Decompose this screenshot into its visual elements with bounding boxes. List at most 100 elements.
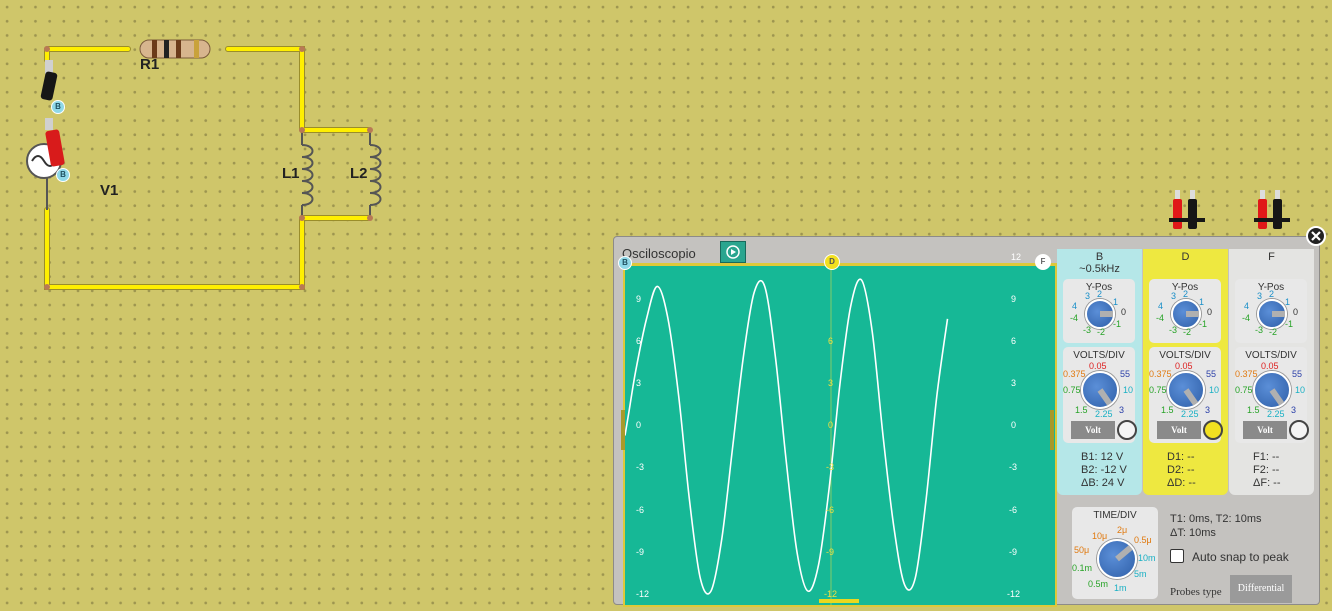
left-tick-m9: -9 (636, 547, 645, 557)
channel-d-volts-l6: 3 (1205, 405, 1211, 415)
channel-f-volts-l1: 0.375 (1235, 369, 1258, 379)
time-div-knob[interactable] (1097, 539, 1137, 579)
center-tick-0: 0 (828, 420, 834, 430)
series-line-b (625, 278, 949, 595)
channel-b-panel: B ~0.5kHz Y-Pos 3 2 1 4 0 -4 -3 -2 -1 VO… (1057, 249, 1142, 495)
channel-b-ypos-l0: 3 (1085, 291, 1091, 301)
time-div-title: TIME/DIV (1093, 510, 1137, 521)
inductor-l2[interactable] (369, 130, 382, 218)
time-handle-bottom[interactable] (819, 599, 859, 603)
time-div-l5: 0.1m (1072, 563, 1093, 573)
auto-snap-label: Auto snap to peak (1192, 550, 1289, 564)
time-div-l4: 10m (1138, 553, 1156, 563)
time-div-box: TIME/DIV 10μ 2μ 0.5μ 50μ 10m 0.1m 5m 0.5… (1072, 507, 1158, 599)
channel-d-volt-button[interactable]: Volt (1157, 421, 1201, 439)
channel-f-meas1: F1: -- (1253, 451, 1280, 463)
channel-d-measurements: D1: -- D2: -- ΔD: -- (1167, 451, 1196, 490)
run-button[interactable] (720, 241, 746, 263)
channel-f-volts-knob[interactable] (1253, 371, 1291, 409)
probe-b-black[interactable] (40, 60, 58, 101)
trigger-handle-left[interactable] (621, 410, 625, 450)
inductor-l1[interactable] (301, 130, 314, 218)
channel-f-volts-title: VOLTS/DIV (1245, 350, 1297, 361)
channel-f-volts-l7: 2.25 (1267, 409, 1285, 419)
channel-d-volts-l4: 10 (1209, 385, 1220, 395)
time-div-l8: 1m (1114, 583, 1127, 593)
channel-b-volts-l6: 3 (1119, 405, 1125, 415)
channel-f-ypos-l2: 1 (1285, 297, 1291, 307)
channel-f-volts-l3: 0.75 (1235, 385, 1253, 395)
channel-f-volts-l0: 0.05 (1261, 361, 1279, 371)
screen-marker-f[interactable]: F (1035, 254, 1051, 270)
channel-d-ypos-l7: -2 (1183, 327, 1192, 337)
channel-f-volts-l6: 3 (1291, 405, 1297, 415)
label-l2: L2 (350, 165, 368, 182)
channel-d-ypos-l5: -4 (1156, 313, 1165, 323)
channel-d-ypos-l0: 3 (1171, 291, 1177, 301)
time-div-l0: 10μ (1092, 531, 1108, 541)
channel-b-meas1: B1: 12 V (1081, 451, 1124, 463)
channel-d-volts-l3: 0.75 (1149, 385, 1167, 395)
center-tick-m6: -6 (826, 505, 835, 515)
channel-d-ypos-l2: 1 (1199, 297, 1205, 307)
channel-f-measurements: F1: -- F2: -- ΔF: -- (1253, 451, 1281, 490)
channel-d-volts-box: VOLTS/DIV 0.05 0.375 55 0.75 10 1.5 3 2.… (1149, 347, 1223, 443)
right-tick-9: 9 (1011, 294, 1017, 304)
cursor-delta: ΔT: 10ms (1170, 527, 1216, 539)
channel-d-volts-knob[interactable] (1167, 371, 1205, 409)
channel-d-head: D (1181, 251, 1190, 263)
right-tick-3: 3 (1011, 378, 1017, 388)
channel-b-volts-l3: 0.75 (1063, 385, 1081, 395)
wire[interactable] (45, 47, 370, 289)
probe-d-plug[interactable] (1167, 190, 1207, 236)
channel-b-volts-l5: 1.5 (1075, 405, 1088, 415)
channel-f-ypos-l0: 3 (1257, 291, 1263, 301)
channel-f-volts-box: VOLTS/DIV 0.05 0.375 55 0.75 10 1.5 3 2.… (1235, 347, 1309, 443)
channel-d-probe-icon[interactable] (1203, 420, 1223, 440)
channel-b-volts-knob[interactable] (1081, 371, 1119, 409)
channel-d-meas1: D1: -- (1167, 451, 1195, 463)
close-button[interactable] (1306, 226, 1326, 246)
left-tick-6: 6 (636, 336, 642, 346)
left-tick-0: 0 (636, 420, 642, 430)
label-r1: R1 (140, 56, 160, 73)
channel-f-volts-l5: 1.5 (1247, 405, 1260, 415)
channel-f-ypos-l5: -4 (1242, 313, 1251, 323)
channel-f-volts-l2: 55 (1292, 369, 1303, 379)
channel-f-volt-button[interactable]: Volt (1243, 421, 1287, 439)
channel-f-ypos-l3: 4 (1244, 301, 1250, 311)
channel-b-ypos-l3: 4 (1072, 301, 1078, 311)
left-tick-m6: -6 (636, 505, 645, 515)
channel-b-probe-icon[interactable] (1117, 420, 1137, 440)
channel-b-volt-button[interactable]: Volt (1071, 421, 1115, 439)
probes-type-select[interactable]: Differential (1230, 575, 1292, 603)
channel-f-ypos-l1: 2 (1269, 289, 1275, 299)
oscilloscope-window[interactable]: Osciloscopio 9 6 3 0 -3 -6 -9 -12 6 3 0 … (613, 236, 1320, 607)
channel-b-volts-l4: 10 (1123, 385, 1134, 395)
channel-f-probe-icon[interactable] (1289, 420, 1309, 440)
channel-b-head: B (1095, 251, 1104, 263)
left-tick-3: 3 (636, 378, 642, 388)
channel-d-meas3: ΔD: -- (1167, 477, 1196, 489)
channel-d-ypos-box: Y-Pos 3 2 1 4 0 -4 -3 -2 -1 (1149, 279, 1221, 343)
channel-d-volts-l1: 0.375 (1149, 369, 1172, 379)
auto-snap-checkbox[interactable] (1170, 549, 1184, 563)
screen-marker-d[interactable]: D (824, 254, 840, 270)
channel-d-panel: D Y-Pos 3 2 1 4 0 -4 -3 -2 -1 VOLTS/DIV … (1143, 249, 1228, 495)
left-tick-9: 9 (636, 294, 642, 304)
channel-f-volts-l4: 10 (1295, 385, 1306, 395)
channel-b-ypos-box: Y-Pos 3 2 1 4 0 -4 -3 -2 -1 (1063, 279, 1135, 343)
right-tick-m9: -9 (1009, 547, 1018, 557)
channel-f-ypos-l4: 0 (1293, 307, 1299, 317)
probe-f-plug[interactable] (1252, 190, 1292, 236)
trigger-handle-right[interactable] (1050, 410, 1054, 450)
cursor-time: T1: 0ms, T2: 10ms (1170, 513, 1262, 525)
center-tick-m3: -3 (826, 462, 835, 472)
channel-d-volts-l7: 2.25 (1181, 409, 1199, 419)
probes-type-label: Probes type (1170, 586, 1222, 598)
screen-marker-b[interactable]: B (618, 256, 632, 270)
oscilloscope-screen[interactable]: 9 6 3 0 -3 -6 -9 -12 6 3 0 -3 -6 -9 -12 … (623, 252, 1057, 607)
channel-b-ypos-l8: -1 (1113, 319, 1122, 329)
channel-d-ypos-l8: -1 (1199, 319, 1208, 329)
channel-b-ypos-l7: -2 (1097, 327, 1106, 337)
